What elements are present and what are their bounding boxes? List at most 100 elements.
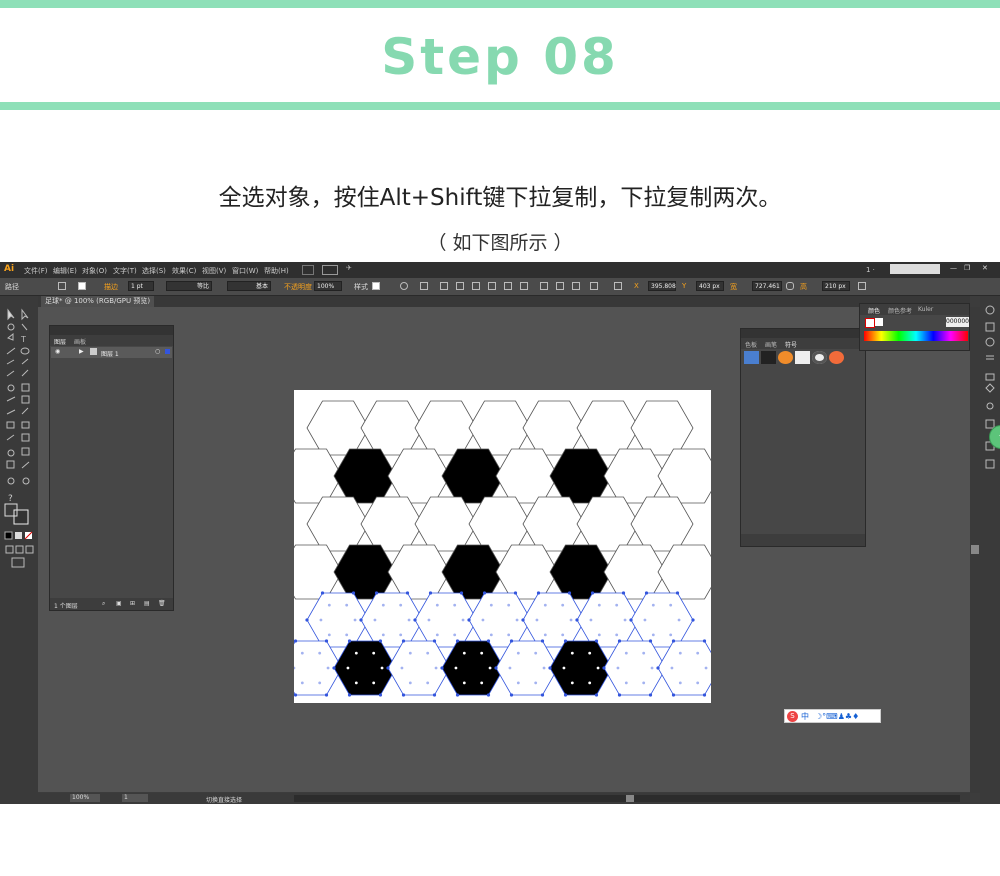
anchor-point[interactable] [644, 591, 649, 595]
anchor-point[interactable] [455, 693, 460, 697]
make-clipping-mask-icon[interactable]: ▣ [116, 600, 122, 607]
anchor-point[interactable] [602, 666, 606, 670]
gpu-icon[interactable]: ✈ [346, 264, 352, 272]
distribute-bottom-icon[interactable] [572, 282, 580, 290]
bridge-icon[interactable] [302, 265, 314, 275]
hexagon-light[interactable] [603, 544, 667, 600]
menu-edit[interactable]: 编辑(E) [53, 266, 77, 276]
anchor-point[interactable] [590, 591, 595, 595]
anchor-point[interactable] [671, 693, 676, 697]
anchor-point[interactable] [563, 639, 568, 643]
anchor-point[interactable] [656, 666, 660, 670]
stroke-weight-field[interactable]: 1 pt [128, 281, 154, 291]
target-circle-icon[interactable]: ○ [155, 348, 160, 355]
anchor-point[interactable] [486, 693, 491, 697]
hexagon-light[interactable] [522, 400, 586, 456]
style-swatch-icon[interactable] [372, 282, 380, 290]
expand-layer-icon[interactable]: ▶ [79, 348, 84, 355]
layers-panel-titlebar[interactable] [50, 326, 173, 335]
hexagon-light[interactable] [630, 592, 694, 648]
hexagon-light[interactable] [630, 400, 694, 456]
restore-icon[interactable]: ❐ [964, 264, 970, 272]
anchor-point[interactable] [521, 618, 525, 622]
anchor-point[interactable] [563, 693, 568, 697]
hexagon-light[interactable] [576, 400, 640, 456]
menu-help[interactable]: 帮助(H) [264, 266, 289, 276]
tab-color[interactable]: 颜色 [868, 306, 880, 315]
hexagon-light[interactable] [630, 496, 694, 552]
anchor-point[interactable] [413, 618, 417, 622]
anchor-point[interactable] [432, 639, 437, 643]
tab-brushes[interactable]: 画笔 [765, 340, 777, 349]
recolor-icon[interactable] [400, 282, 408, 290]
ime-tools-icons[interactable]: ☽°⌨♟♣♦ [815, 712, 859, 721]
anchor-point[interactable] [486, 639, 491, 643]
stroke-label[interactable]: 描边 [104, 282, 118, 292]
hex-field[interactable]: 000000 [946, 317, 969, 327]
anchor-point[interactable] [293, 639, 298, 643]
hexagon-dark[interactable] [441, 544, 505, 600]
anchor-point[interactable] [540, 639, 545, 643]
constrain-proportions-icon[interactable] [786, 282, 794, 290]
anchor-point[interactable] [332, 666, 336, 670]
symbol-flower[interactable] [829, 351, 844, 364]
align-center-icon[interactable] [456, 282, 464, 290]
anchor-point[interactable] [617, 639, 622, 643]
hexagon-light[interactable] [387, 544, 451, 600]
fill-swatch-icon[interactable] [58, 282, 66, 290]
brush-select[interactable]: 基本 [227, 281, 271, 291]
anchor-point[interactable] [675, 591, 680, 595]
hexagon-light[interactable] [495, 544, 559, 600]
symbol-orange-ball[interactable] [778, 351, 793, 364]
anchor-point[interactable] [374, 591, 379, 595]
align-middle-icon[interactable] [504, 282, 512, 290]
anchor-point[interactable] [405, 591, 410, 595]
hexagon-dark[interactable] [549, 448, 613, 504]
symbol-banner[interactable] [744, 351, 759, 364]
anchor-point[interactable] [621, 591, 626, 595]
anchor-point[interactable] [702, 639, 707, 643]
menu-window[interactable]: 窗口(W) [232, 266, 258, 276]
tab-layers[interactable]: 图层 [54, 337, 66, 346]
anchor-point[interactable] [536, 591, 541, 595]
anchor-point[interactable] [351, 591, 356, 595]
anchor-point[interactable] [320, 591, 325, 595]
hexagon-light[interactable] [522, 496, 586, 552]
hexagon-light[interactable] [576, 496, 640, 552]
y-field[interactable]: 403 px [696, 281, 724, 291]
hexagon-pattern[interactable] [278, 390, 722, 703]
symbol-splash[interactable] [761, 351, 776, 364]
anchor-point[interactable] [575, 618, 579, 622]
layer-row[interactable]: ◉ ▶ 图层 1 ○ [51, 347, 172, 358]
symbol-ring[interactable] [812, 351, 827, 364]
symbol-paper[interactable] [795, 351, 810, 364]
ime-logo-icon[interactable]: S [787, 711, 798, 722]
align-to-icon[interactable] [420, 282, 428, 290]
align-top-icon[interactable] [488, 282, 496, 290]
close-icon[interactable]: ✕ [982, 264, 988, 272]
x-field[interactable]: 395.808 [648, 281, 676, 291]
ime-mode[interactable]: 中 [801, 711, 809, 722]
tab-artboards[interactable]: 画板 [74, 337, 86, 346]
anchor-point[interactable] [359, 618, 363, 622]
anchor-point[interactable] [455, 639, 460, 643]
tab-kuler[interactable]: Kuler [918, 306, 933, 313]
artboard-page-field[interactable]: 1 [122, 794, 148, 802]
anchor-point[interactable] [594, 693, 599, 697]
hexagon-light[interactable] [657, 448, 721, 504]
menu-type[interactable]: 文字(T) [113, 266, 137, 276]
anchor-point[interactable] [440, 666, 444, 670]
hexagon-dark[interactable] [333, 448, 397, 504]
menu-view[interactable]: 视图(V) [202, 266, 226, 276]
anchor-point[interactable] [432, 693, 437, 697]
new-layer-icon[interactable]: ▤ [144, 600, 150, 607]
layer-name[interactable]: 图层 1 [101, 349, 119, 358]
distribute-middle-icon[interactable] [556, 282, 564, 290]
search-field[interactable] [890, 264, 940, 274]
anchor-point[interactable] [378, 639, 383, 643]
horizontal-scroll-thumb[interactable] [626, 795, 634, 802]
reference-point-icon[interactable] [614, 282, 622, 290]
hexagon-dark[interactable] [333, 544, 397, 600]
hexagon-light[interactable] [387, 448, 451, 504]
hexagon-light[interactable] [414, 400, 478, 456]
